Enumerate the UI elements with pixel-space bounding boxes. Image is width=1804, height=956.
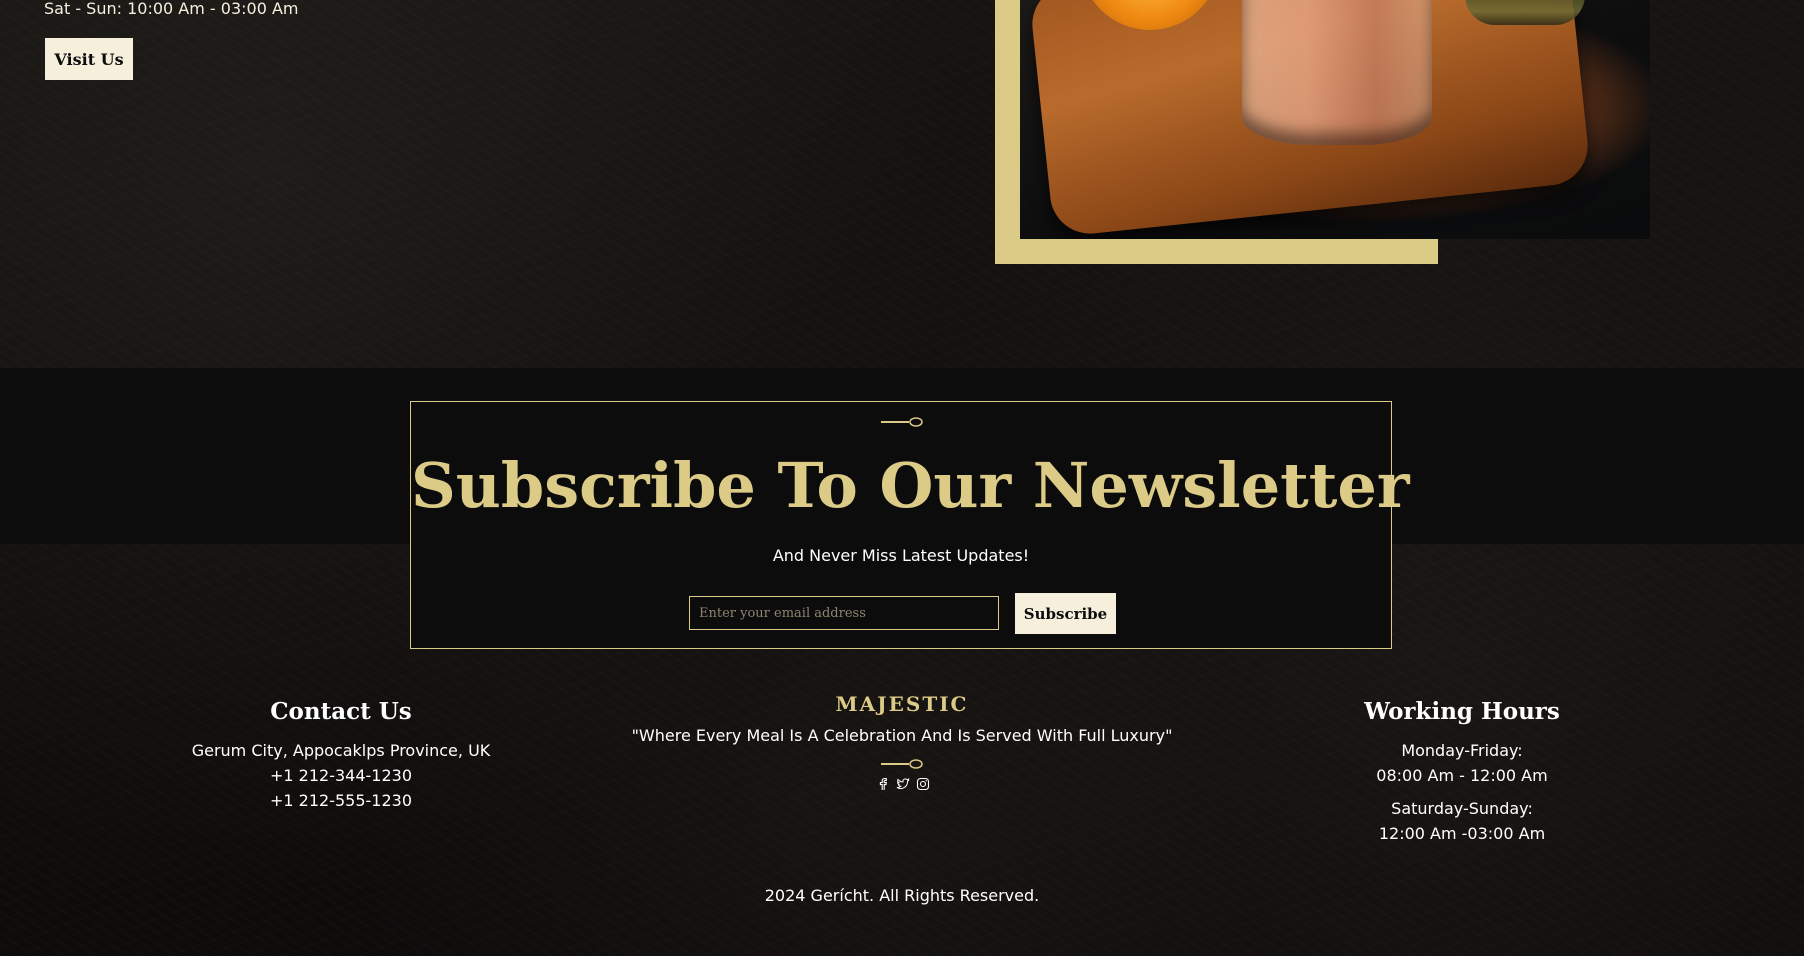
drink-glass (1242, 0, 1432, 145)
page: Sat - Sun: 10:00 Am - 03:00 Am Visit Us … (0, 0, 1804, 956)
instagram-icon[interactable] (916, 777, 930, 791)
contact-phone-2: +1 212-555-1230 (269, 791, 412, 810)
brand-name: MAJESTIC (835, 692, 969, 716)
drink-photo (1020, 0, 1650, 239)
working-hours-title: Working Hours (1364, 698, 1560, 725)
weekday-label: Monday-Friday: (1401, 741, 1523, 760)
spoon-icon (881, 759, 923, 769)
subscribe-button[interactable]: Subscribe (1015, 593, 1116, 634)
spoon-icon (881, 417, 923, 427)
email-input[interactable] (689, 596, 999, 630)
brand-tagline: "Where Every Meal Is A Celebration And I… (631, 726, 1173, 745)
newsletter-box: Subscribe To Our Newsletter And Never Mi… (410, 401, 1410, 649)
social-links (876, 777, 930, 791)
weekday-hours: 08:00 Am - 12:00 Am (1376, 766, 1548, 785)
newsletter-subtitle: And Never Miss Latest Updates! (772, 546, 1030, 565)
weekend-hours-text: Sat - Sun: 10:00 Am - 03:00 Am (44, 0, 299, 18)
weekend-hours: 12:00 Am -03:00 Am (1378, 824, 1546, 843)
contact-title: Contact Us (270, 698, 412, 725)
twitter-icon[interactable] (896, 777, 910, 791)
contact-address: Gerum City, Appocaklps Province, UK (191, 741, 491, 760)
copyright: 2024 Gerícht. All Rights Reserved. (764, 886, 1040, 905)
facebook-icon[interactable] (876, 777, 890, 791)
contact-phone-1: +1 212-344-1230 (269, 766, 412, 785)
bottle (1465, 0, 1585, 25)
newsletter-title: Subscribe To Our Newsletter (411, 449, 1410, 522)
weekend-label: Saturday-Sunday: (1391, 799, 1533, 818)
visit-us-button[interactable]: Visit Us (45, 38, 133, 80)
